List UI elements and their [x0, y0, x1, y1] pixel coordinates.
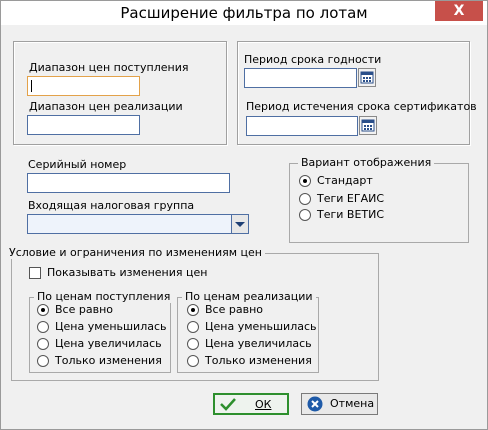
dialog-window: Расширение фильтра по лотам X Диапазон ц… — [0, 0, 488, 430]
radio-button[interactable] — [187, 304, 199, 316]
purchase-option-label: Цена увеличилась — [55, 337, 162, 350]
tax-group-label: Входящая налоговая группа — [28, 199, 195, 212]
radio-button[interactable] — [187, 338, 199, 350]
cert-calendar-button[interactable] — [359, 116, 377, 135]
window-title: Расширение фильтра по лотам — [120, 4, 368, 22]
ok-label: ОК — [255, 398, 272, 411]
cancel-label: Отмена — [330, 397, 375, 410]
radio-button[interactable] — [299, 175, 311, 187]
sale-option-label: Цена увеличилась — [205, 337, 312, 350]
cancel-button[interactable]: Отмена — [301, 393, 378, 415]
calendar-icon — [360, 71, 374, 84]
display-option-label: Теги ЕГАИС — [317, 192, 385, 205]
sale-price-legend: По ценам реализации — [182, 290, 316, 303]
chevron-down-icon — [235, 222, 245, 227]
sale-price-range-label: Диапазон цен реализации — [29, 100, 183, 113]
display-option-label: Стандарт — [317, 174, 373, 187]
checkbox[interactable] — [29, 267, 41, 279]
display-option-label: Теги ВЕТИС — [317, 208, 385, 221]
sale-option-label: Цена уменьшилась — [205, 320, 317, 333]
checkmark-icon — [220, 398, 236, 411]
show-price-changes-label: Показывать изменения цен — [47, 266, 208, 279]
cert-period-label: Период истечения срока сертификатов — [246, 100, 477, 113]
calendar-icon — [361, 119, 375, 132]
radio-button[interactable] — [37, 321, 49, 333]
purchase-price-range-label: Диапазон цен поступления — [29, 61, 189, 74]
sale-option-label: Только изменения — [205, 354, 312, 367]
purchase-price-legend: По ценам поступления — [34, 290, 174, 303]
close-button[interactable]: X — [435, 1, 483, 21]
purchase-option-label: Цена уменьшилась — [55, 320, 167, 333]
radio-button[interactable] — [299, 209, 311, 221]
sale-price-range-input[interactable] — [27, 115, 140, 135]
radio-button[interactable] — [37, 355, 49, 367]
purchase-option-label: Только изменения — [55, 354, 162, 367]
radio-button[interactable] — [187, 321, 199, 333]
display-variant-legend: Вариант отображения — [298, 156, 435, 169]
tax-group-dropdown-button[interactable] — [231, 214, 249, 234]
serial-number-label: Серийный номер — [28, 158, 127, 171]
cancel-icon — [307, 396, 323, 412]
radio-button[interactable] — [299, 193, 311, 205]
ok-button[interactable]: ОК — [213, 393, 289, 415]
expiry-period-label: Период срока годности — [244, 53, 382, 66]
radio-button[interactable] — [37, 304, 49, 316]
radio-button[interactable] — [37, 338, 49, 350]
purchase-option-label: Все равно — [55, 303, 113, 316]
cert-period-input[interactable] — [246, 116, 358, 136]
sale-option-label: Все равно — [205, 303, 263, 316]
tax-group-select[interactable] — [27, 214, 232, 234]
purchase-price-range-input[interactable] — [27, 76, 140, 96]
text-caret — [31, 80, 32, 92]
title-bar: Расширение фильтра по лотам X — [1, 1, 487, 25]
expiry-calendar-button[interactable] — [358, 68, 376, 87]
serial-number-input[interactable] — [27, 173, 230, 193]
radio-button[interactable] — [187, 355, 199, 367]
expiry-period-input[interactable] — [244, 68, 357, 88]
close-icon: X — [453, 3, 465, 19]
price-changes-legend: Условие и ограничения по изменениям цен — [6, 246, 265, 259]
